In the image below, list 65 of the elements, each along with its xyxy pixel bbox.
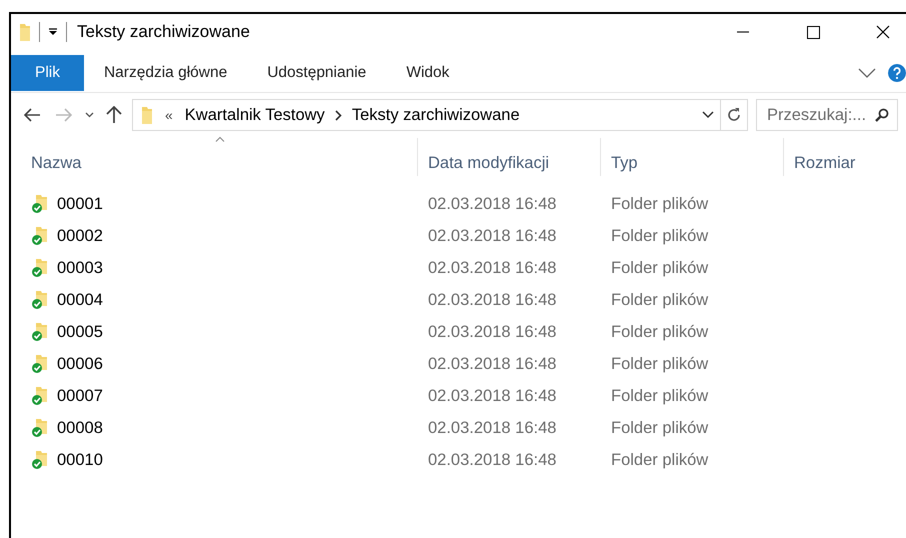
date-cell-text: 02.03.2018 16:48 [427,322,558,342]
help-icon[interactable] [888,64,906,82]
file-name[interactable]: 00002 [57,226,103,246]
column-header[interactable]: Rozmiar [784,138,904,176]
dropdown-icon[interactable] [48,28,58,36]
synced-folder-icon [31,194,49,214]
synced-folder-icon [31,386,49,406]
type-cell-text: Folder plików [610,322,710,342]
address-bar[interactable]: « Kwartalnik Testowy Teksty zarchiwizowane [132,99,748,131]
up-arrow-icon[interactable] [106,106,122,124]
type-cell-text: Folder plików [610,194,710,214]
overflow-chevron[interactable]: « [165,107,173,123]
breadcrumb[interactable]: Teksty zarchiwizowane [348,106,524,124]
search-icon [875,108,889,122]
type-cell-text: Folder plików [610,386,710,406]
synced-folder-icon [31,354,49,374]
synced-folder-icon [31,226,49,246]
file-name[interactable]: 00005 [57,322,103,342]
chevron-down-icon[interactable] [702,111,714,119]
date-cell-text: 02.03.2018 16:48 [427,258,558,278]
synced-folder-icon [31,290,49,310]
type-cell-text: Folder plików [610,418,710,438]
chevron-down-icon[interactable] [85,112,94,118]
column-header[interactable]: Data modyfikacji [418,138,601,176]
ribbon-tab[interactable]: Plik [11,55,84,91]
file-name[interactable]: 00010 [57,450,103,470]
ribbon-tab[interactable]: Widok [386,55,470,91]
folder-icon [141,106,153,124]
window-title: Teksty zarchiwizowane [77,22,250,42]
ribbon-tab[interactable]: Narzędzia główne [84,55,248,91]
date-cell-text: 02.03.2018 16:48 [427,194,558,214]
breadcrumb[interactable]: Kwartalnik Testowy [180,106,329,124]
synced-folder-icon [31,258,49,278]
column-header[interactable]: Typ [601,138,784,176]
ribbon-tab[interactable]: Udostępnianie [247,55,386,91]
date-cell-text: 02.03.2018 16:48 [427,290,558,310]
date-cell-text: 02.03.2018 16:48 [427,226,558,246]
date-cell-text: 02.03.2018 16:48 [427,418,558,438]
date-cell-text: 02.03.2018 16:48 [427,386,558,406]
type-cell-text: Folder plików [610,354,710,374]
chevron-right-icon[interactable] [334,110,342,120]
date-cell-text: 02.03.2018 16:48 [427,354,558,374]
chevron-down-icon[interactable] [858,68,876,78]
file-name[interactable]: 00001 [57,194,103,214]
type-cell-text: Folder plików [610,290,710,310]
folder-icon [19,22,31,42]
synced-folder-icon [31,450,49,470]
file-name[interactable]: 00007 [57,386,103,406]
file-name[interactable]: 00006 [57,354,103,374]
search-field[interactable]: Przeszukaj:... [756,99,898,131]
minimize-icon[interactable] [737,31,749,33]
column-header[interactable]: Nazwa [11,138,418,176]
synced-folder-icon [31,322,49,342]
synced-folder-icon [31,418,49,438]
refresh-icon[interactable] [726,107,742,123]
type-cell-text: Folder plików [610,450,710,470]
back-arrow-icon[interactable] [23,108,41,122]
maximize-icon[interactable] [806,26,820,38]
date-cell-text: 02.03.2018 16:48 [427,450,558,470]
file-name[interactable]: 00003 [57,258,103,278]
type-cell-text: Folder plików [610,258,710,278]
file-name[interactable]: 00004 [57,290,103,310]
type-cell-text: Folder plików [610,226,710,246]
file-name[interactable]: 00008 [57,418,103,438]
close-icon[interactable] [876,25,890,39]
